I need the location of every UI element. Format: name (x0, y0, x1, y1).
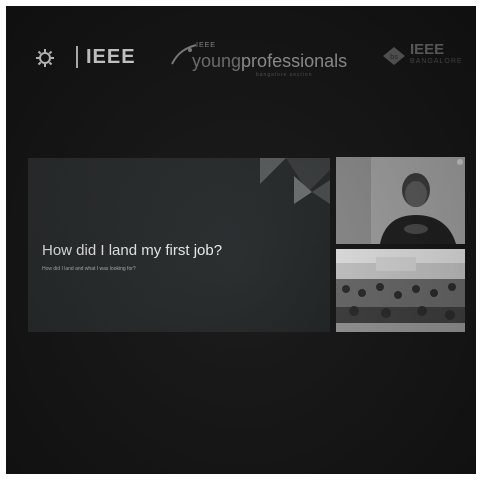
section-logo-title: IEEE (410, 41, 445, 58)
svg-text:bs: bs (390, 53, 398, 61)
slide-subtitle: How did I land and what I was looking fo… (42, 266, 136, 272)
speaker-video-frame (336, 157, 465, 244)
audience-video-frame (336, 249, 465, 332)
audience-video-tile[interactable] (336, 249, 465, 332)
video-status-icon (457, 159, 463, 165)
meeting-window: IEEE IEEE youngprofessionals bangalore s… (6, 6, 476, 474)
ieee-logo-text: IEEE (76, 46, 136, 68)
slide-title: How did I land my first job? (42, 242, 223, 259)
yp-suffix: professionals (241, 51, 348, 71)
speaker-video-tile[interactable] (336, 157, 465, 244)
presentation-slide: How did I land my first job? How did I l… (28, 158, 330, 332)
section-emblem-icon: bs (383, 47, 405, 65)
young-professionals-logo: youngprofessionals (192, 51, 347, 72)
logo-bar: IEEE IEEE youngprofessionals bangalore s… (6, 6, 476, 116)
slide-decoration (260, 158, 330, 204)
yp-prefix: young (192, 51, 242, 71)
yp-ieee-label: IEEE (196, 42, 216, 49)
yp-tagline: bangalore section (256, 72, 313, 78)
ieee-gear-icon (36, 49, 54, 67)
section-logo-subtitle: BANGALORE (410, 58, 463, 65)
